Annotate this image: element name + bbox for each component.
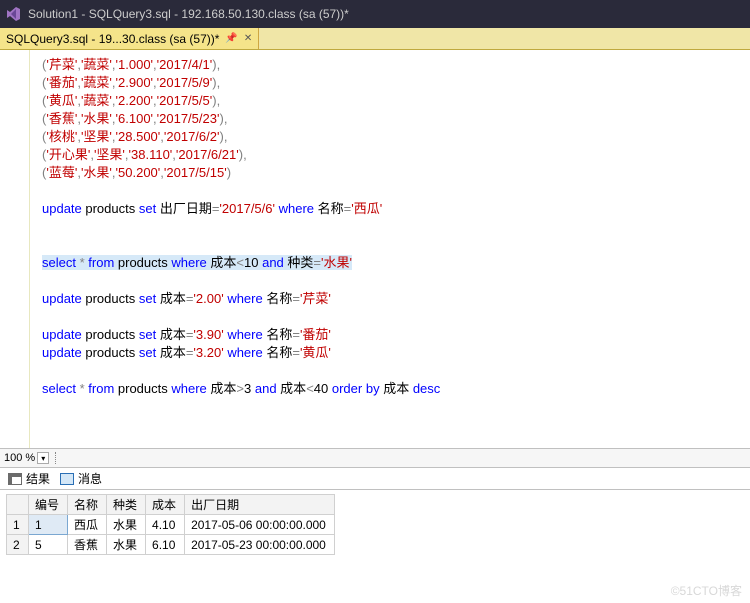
cell-id[interactable]: 5 <box>29 535 68 555</box>
cell-name[interactable]: 西瓜 <box>68 515 107 535</box>
table-row[interactable]: 1 1 西瓜 水果 4.10 2017-05-06 00:00:00.000 <box>7 515 335 535</box>
sql-editor[interactable]: ('芹菜','蔬菜','1.000','2017/4/1'),('番茄','蔬菜… <box>0 50 750 448</box>
grid-icon <box>8 473 22 485</box>
result-tab-bar: 结果 消息 <box>0 468 750 490</box>
header-row: 编号 名称 种类 成本 出厂日期 <box>7 495 335 515</box>
pin-icon[interactable]: 📌 <box>225 33 237 44</box>
zoom-value: 100 % <box>4 452 35 464</box>
col-kind[interactable]: 种类 <box>107 495 146 515</box>
code-area: ('芹菜','蔬菜','1.000','2017/4/1'),('番茄','蔬菜… <box>42 56 750 398</box>
cell-cost[interactable]: 6.10 <box>146 535 185 555</box>
tab-messages-label: 消息 <box>78 470 102 487</box>
row-number: 2 <box>7 535 29 555</box>
cell-kind[interactable]: 水果 <box>107 515 146 535</box>
window-titlebar: Solution1 - SQLQuery3.sql - 192.168.50.1… <box>0 0 750 28</box>
watermark: ©51CTO博客 <box>671 582 742 599</box>
zoom-bar: 100 % ▾ <box>0 448 750 468</box>
tab-messages[interactable]: 消息 <box>60 470 102 487</box>
results-grid[interactable]: 编号 名称 种类 成本 出厂日期 1 1 西瓜 水果 4.10 2017-05-… <box>0 490 750 555</box>
col-id[interactable]: 编号 <box>29 495 68 515</box>
zoom-dropdown[interactable]: ▾ <box>37 452 49 464</box>
table-row[interactable]: 2 5 香蕉 水果 6.10 2017-05-23 00:00:00.000 <box>7 535 335 555</box>
tab-sqlquery3[interactable]: SQLQuery3.sql - 19...30.class (sa (57))*… <box>0 28 259 49</box>
col-name[interactable]: 名称 <box>68 495 107 515</box>
close-icon[interactable]: ✕ <box>244 33 252 44</box>
col-date[interactable]: 出厂日期 <box>185 495 335 515</box>
window-title: Solution1 - SQLQuery3.sql - 192.168.50.1… <box>28 7 349 21</box>
results-pane: 编号 名称 种类 成本 出厂日期 1 1 西瓜 水果 4.10 2017-05-… <box>0 490 750 603</box>
tab-label: SQLQuery3.sql - 19...30.class (sa (57))* <box>6 32 219 46</box>
cell-name[interactable]: 香蕉 <box>68 535 107 555</box>
tab-results-label: 结果 <box>26 470 50 487</box>
cell-date[interactable]: 2017-05-06 00:00:00.000 <box>185 515 335 535</box>
zoom-separator <box>55 452 56 464</box>
corner-cell <box>7 495 29 515</box>
vs-icon <box>6 6 22 22</box>
cell-cost[interactable]: 4.10 <box>146 515 185 535</box>
document-tab-bar: SQLQuery3.sql - 19...30.class (sa (57))*… <box>0 28 750 50</box>
message-icon <box>60 473 74 485</box>
editor-gutter <box>0 50 30 448</box>
row-number: 1 <box>7 515 29 535</box>
cell-date[interactable]: 2017-05-23 00:00:00.000 <box>185 535 335 555</box>
col-cost[interactable]: 成本 <box>146 495 185 515</box>
tab-results[interactable]: 结果 <box>8 470 50 487</box>
cell-id[interactable]: 1 <box>29 515 68 535</box>
cell-kind[interactable]: 水果 <box>107 535 146 555</box>
